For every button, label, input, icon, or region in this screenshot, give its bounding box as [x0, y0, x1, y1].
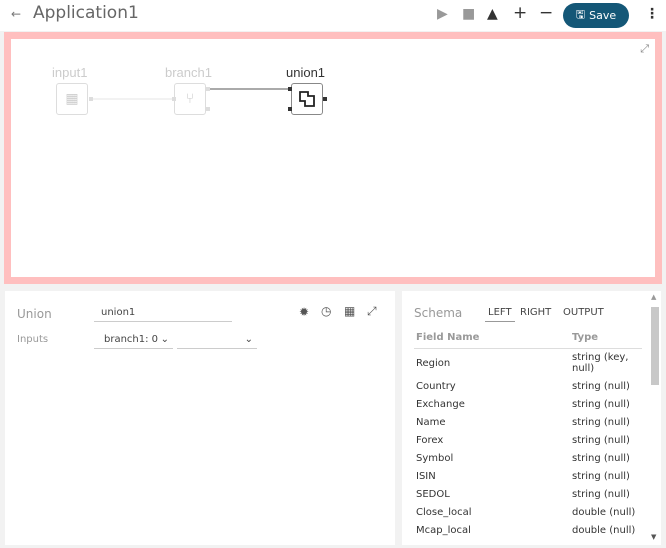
clock-icon[interactable]: ◷	[321, 304, 331, 318]
inputs-label: Inputs	[17, 334, 49, 345]
tab-left[interactable]: LEFT	[485, 307, 515, 322]
chevron-down-icon: ⌄	[160, 334, 169, 345]
node-union1[interactable]	[291, 83, 323, 115]
port[interactable]	[323, 97, 327, 101]
table-row: SEDOL string (null)	[414, 485, 642, 503]
workflow-canvas[interactable]: ⤢ input1 ▦ branch1 ⑂ union1	[4, 32, 662, 284]
scroll-down-icon[interactable]: ▼	[651, 533, 656, 541]
top-bar: ← Application1 ▶ ■ ▲ + − 🖫 Save ⋮	[0, 0, 666, 31]
port[interactable]	[206, 107, 210, 111]
node-label-union1: union1	[286, 65, 326, 80]
field-name: Close_local	[416, 506, 472, 518]
table-row: Name string (null)	[414, 413, 642, 431]
properties-panel: Union union1 ✹ ◷ ▦ ⤢ Inputs branch1: 0 ⌄ …	[5, 291, 395, 545]
node-input1[interactable]: ▦	[56, 83, 88, 115]
port[interactable]	[288, 87, 292, 91]
expand-icon[interactable]: ⤢	[367, 304, 377, 319]
field-name: Name	[416, 416, 446, 428]
field-name: Symbol	[416, 452, 454, 464]
field-type: string (null)	[572, 452, 630, 464]
schema-table: Field Name Type Region string (key, null) C…	[414, 329, 642, 539]
field-type: string (key, null)	[572, 352, 629, 374]
scroll-up-icon[interactable]: ▲	[651, 293, 656, 301]
field-type: string (null)	[572, 416, 630, 428]
save-button[interactable]: 🖫 Save	[563, 3, 629, 28]
schema-panel: Schema LEFT RIGHT OUTPUT Field Name Type …	[402, 291, 661, 545]
stop-icon[interactable]: ■	[462, 6, 475, 22]
connections	[91, 88, 293, 100]
column-header: Type	[570, 329, 642, 349]
port[interactable]	[89, 97, 93, 101]
tab-right[interactable]: RIGHT	[520, 307, 551, 318]
table-row: Region string (key, null)	[414, 349, 642, 378]
port[interactable]	[206, 87, 210, 91]
union-icon	[299, 91, 315, 107]
node-label-branch1: branch1	[165, 65, 212, 80]
table-row: Country string (null)	[414, 377, 642, 395]
tab-output[interactable]: OUTPUT	[563, 307, 604, 318]
node-name-input[interactable]: union1	[94, 307, 232, 322]
play-icon[interactable]: ▶	[437, 6, 448, 22]
warning-icon[interactable]: ▲	[487, 6, 498, 22]
field-name: Region	[416, 357, 451, 369]
zoom-out-icon[interactable]: −	[539, 3, 553, 23]
back-arrow-icon[interactable]: ←	[11, 7, 21, 21]
table-row: ISIN string (null)	[414, 467, 642, 485]
table-icon[interactable]: ▦	[344, 304, 355, 318]
node-branch1[interactable]: ⑂	[174, 83, 206, 115]
table-row: Close_local double (null)	[414, 503, 642, 521]
scrollbar[interactable]: ▲ ▼	[650, 293, 660, 541]
field-type: double (null)	[572, 506, 636, 518]
input-icon: ▦	[65, 91, 79, 107]
field-name: SEDOL	[416, 488, 450, 500]
field-type: string (null)	[572, 488, 630, 500]
field-type: string (null)	[572, 470, 630, 482]
field-name: Country	[416, 380, 456, 392]
schema-title: Schema	[414, 306, 463, 320]
scrollbar-thumb[interactable]	[651, 307, 659, 385]
field-type: string (null)	[572, 398, 630, 410]
port[interactable]	[288, 107, 292, 111]
table-row: Forex string (null)	[414, 431, 642, 449]
more-menu-icon[interactable]: ⋮	[645, 6, 659, 22]
table-row: Mcap_local double (null)	[414, 521, 642, 539]
input-select-2[interactable]: ⌄	[177, 334, 257, 349]
node-type-label: Union	[17, 307, 52, 321]
table-row: Symbol string (null)	[414, 449, 642, 467]
zoom-in-icon[interactable]: +	[513, 3, 527, 23]
page-title: Application1	[33, 3, 139, 23]
port[interactable]	[172, 97, 176, 101]
settings-gear-icon[interactable]: ✹	[299, 305, 309, 319]
field-name: Forex	[416, 434, 444, 446]
field-name: Mcap_local	[416, 524, 471, 536]
column-header: Field Name	[414, 329, 570, 349]
field-name: Exchange	[416, 398, 465, 410]
branch-icon: ⑂	[185, 91, 195, 107]
field-type: double (null)	[572, 524, 636, 536]
chevron-down-icon: ⌄	[244, 334, 253, 345]
field-name: ISIN	[416, 470, 436, 482]
field-type: string (null)	[572, 380, 630, 392]
save-icon: 🖫	[575, 8, 586, 21]
node-label-input1: input1	[52, 65, 88, 80]
field-type: string (null)	[572, 434, 630, 446]
table-row: Exchange string (null)	[414, 395, 642, 413]
input-select-1[interactable]: branch1: 0 ⌄	[94, 334, 173, 349]
